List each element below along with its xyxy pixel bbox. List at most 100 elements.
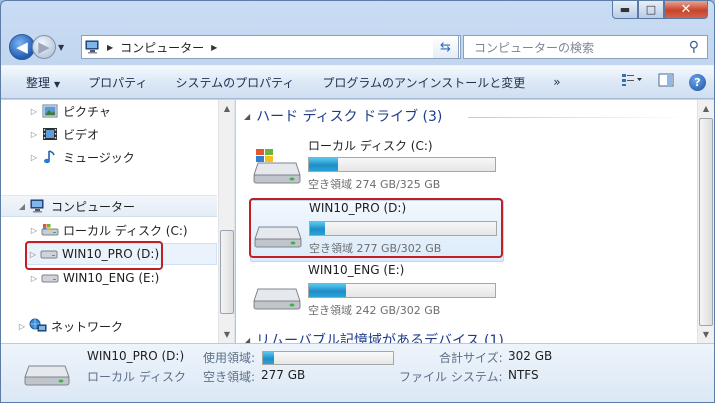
explorer-window: ▬ □ ✕ ◀ ▶ ▼ ▶ コンピューター ▶ ▼ ⇆ コンピューターの検索 ⚲ xyxy=(0,0,715,403)
nav-item-local-disk-c[interactable]: ▷ ローカル ディスク (C:) xyxy=(27,219,188,241)
drive-tile-d[interactable]: WIN10_PRO (D:) 空き領域 277 GB/302 GB xyxy=(250,200,504,262)
breadcrumb-separator-icon[interactable]: ▶ xyxy=(211,43,217,52)
nav-item-pictures[interactable]: ▷ ピクチャ xyxy=(27,100,111,122)
maximize-button[interactable]: □ xyxy=(638,1,664,19)
nav-item-network[interactable]: ▷ ネットワーク xyxy=(15,315,123,337)
drive-usage-fill xyxy=(309,158,339,171)
chevron-down-icon: ▼ xyxy=(54,79,61,89)
expand-arrow-icon[interactable]: ▷ xyxy=(26,250,40,259)
drive-free-space: 空き領域 277 GB/302 GB xyxy=(309,242,442,255)
scrollbar-thumb[interactable] xyxy=(220,230,234,314)
drive-name: WIN10_ENG (E:) xyxy=(308,263,405,277)
properties-button[interactable]: プロパティ xyxy=(88,74,147,91)
system-properties-button[interactable]: システムのプロパティ xyxy=(175,74,294,91)
windows-drive-icon xyxy=(252,149,302,188)
expand-arrow-icon[interactable]: ▷ xyxy=(27,153,41,162)
computer-icon xyxy=(29,198,47,214)
details-pane: WIN10_PRO (D:) 使用領域: 合計サイズ: 302 GB ローカル … xyxy=(1,343,714,402)
nav-item-win10-pro-d[interactable]: ▷ WIN10_PRO (D:) xyxy=(25,243,217,265)
nav-item-label: ローカル ディスク (C:) xyxy=(63,223,188,238)
recent-pages-dropdown[interactable]: ▼ xyxy=(58,43,70,52)
collapse-arrow-icon[interactable]: ◢ xyxy=(244,112,250,121)
help-icon[interactable]: ? xyxy=(689,73,706,91)
forward-arrow-icon: ▶ xyxy=(38,38,50,56)
organize-menu[interactable]: 整理 ▼ xyxy=(26,74,60,91)
music-icon xyxy=(41,149,59,165)
more-commands-button[interactable]: » xyxy=(553,75,560,89)
refresh-button[interactable]: ⇆ xyxy=(433,35,459,59)
address-bar[interactable]: ▶ コンピューター ▶ ▼ xyxy=(81,35,461,59)
details-used-label: 使用領域: xyxy=(203,351,256,365)
preview-pane-button[interactable] xyxy=(655,72,677,92)
expand-arrow-icon[interactable]: ▷ xyxy=(15,322,29,331)
group-header-label: ハード ディスク ドライブ (3) xyxy=(256,109,443,125)
network-icon xyxy=(29,318,47,334)
search-icon[interactable]: ⚲ xyxy=(689,39,699,55)
drive-icon xyxy=(253,213,303,252)
scrollbar-thumb[interactable] xyxy=(699,118,713,326)
search-placeholder: コンピューターの検索 xyxy=(474,40,595,55)
command-bar: 整理 ▼ プロパティ システムのプロパティ プログラムのアンインストールと変更 »… xyxy=(1,65,714,99)
breadcrumb-separator-icon[interactable]: ▶ xyxy=(107,43,113,52)
nav-item-music[interactable]: ▷ ミュージック xyxy=(27,146,135,168)
content-pane: ◢ ハード ディスク ドライブ (3) ローカル ディスク (C:) 空き領域 … xyxy=(236,100,714,343)
pictures-icon xyxy=(41,103,59,119)
back-arrow-icon: ◀ xyxy=(16,38,28,56)
drive-free-space: 空き領域 274 GB/325 GB xyxy=(308,178,441,191)
scroll-up-icon[interactable]: ▲ xyxy=(698,100,714,117)
change-view-button[interactable] xyxy=(621,72,643,92)
details-fs-value: NTFS xyxy=(508,368,539,382)
expand-arrow-icon[interactable]: ▷ xyxy=(27,274,41,283)
scroll-down-icon[interactable]: ▼ xyxy=(219,326,234,343)
group-header-label: リムーバブル記憶域があるデバイス (1) xyxy=(256,333,504,343)
details-drive-type: ローカル ディスク xyxy=(87,370,186,384)
drive-tile-e[interactable]: WIN10_ENG (E:) 空き領域 242 GB/302 GB xyxy=(250,263,504,325)
nav-item-label: ミュージック xyxy=(63,150,135,165)
close-button[interactable]: ✕ xyxy=(664,1,708,19)
computer-icon xyxy=(82,40,104,54)
drive-name: WIN10_PRO (D:) xyxy=(309,201,407,215)
nav-item-label: WIN10_PRO (D:) xyxy=(62,247,160,261)
caption-buttons: ▬ □ ✕ xyxy=(612,1,708,19)
preview-pane-icon xyxy=(658,73,674,91)
collapse-arrow-icon[interactable]: ◢ xyxy=(15,202,29,211)
nav-item-label: コンピューター xyxy=(51,199,136,214)
organize-label: 整理 xyxy=(26,75,51,90)
expand-arrow-icon[interactable]: ▷ xyxy=(27,107,41,116)
expand-arrow-icon[interactable]: ▷ xyxy=(27,130,41,139)
scroll-up-icon[interactable]: ▲ xyxy=(219,100,234,117)
drive-usage-bar xyxy=(309,221,497,236)
nav-item-win10-eng-e[interactable]: ▷ WIN10_ENG (E:) xyxy=(27,267,159,289)
group-header-removable[interactable]: ◢ リムーバブル記憶域があるデバイス (1) xyxy=(244,329,504,343)
videos-icon xyxy=(41,126,59,142)
nav-item-label: ビデオ xyxy=(63,127,100,142)
drive-icon xyxy=(23,358,71,391)
refresh-icon: ⇆ xyxy=(440,39,451,55)
forward-button[interactable]: ▶ xyxy=(32,35,56,59)
nav-item-videos[interactable]: ▷ ビデオ xyxy=(27,123,99,145)
drive-free-space: 空き領域 242 GB/302 GB xyxy=(308,304,441,317)
nav-item-label: ピクチャ xyxy=(63,104,111,119)
details-free-label: 空き領域: xyxy=(203,370,256,384)
navigation-buttons: ◀ ▶ ▼ xyxy=(9,33,70,61)
nav-item-computer[interactable]: ◢ コンピューター xyxy=(1,195,217,217)
uninstall-program-button[interactable]: プログラムのアンインストールと変更 xyxy=(322,74,525,91)
nav-pane-scrollbar[interactable]: ▲ ▼ xyxy=(218,100,234,343)
details-drive-name: WIN10_PRO (D:) xyxy=(87,349,185,363)
toolbar-right: ? xyxy=(621,72,706,92)
drive-tile-c[interactable]: ローカル ディスク (C:) 空き領域 274 GB/325 GB xyxy=(250,137,504,199)
drive-usage-bar xyxy=(308,283,496,298)
nav-item-label: ネットワーク xyxy=(51,319,124,334)
scroll-down-icon[interactable]: ▼ xyxy=(698,326,714,343)
breadcrumb-computer[interactable]: コンピューター xyxy=(120,39,204,56)
drive-icon xyxy=(41,270,59,286)
minimize-button[interactable]: ▬ xyxy=(612,1,638,19)
content-scrollbar[interactable]: ▲ ▼ xyxy=(697,100,714,343)
drive-usage-fill xyxy=(310,222,326,235)
group-header-hard-disks[interactable]: ◢ ハード ディスク ドライブ (3) xyxy=(244,105,442,127)
search-input[interactable]: コンピューターの検索 ⚲ xyxy=(463,35,708,59)
expand-arrow-icon[interactable]: ▷ xyxy=(27,226,41,235)
drive-name: ローカル ディスク (C:) xyxy=(308,139,433,153)
group-divider xyxy=(468,117,688,118)
collapse-arrow-icon[interactable]: ◢ xyxy=(244,336,250,344)
